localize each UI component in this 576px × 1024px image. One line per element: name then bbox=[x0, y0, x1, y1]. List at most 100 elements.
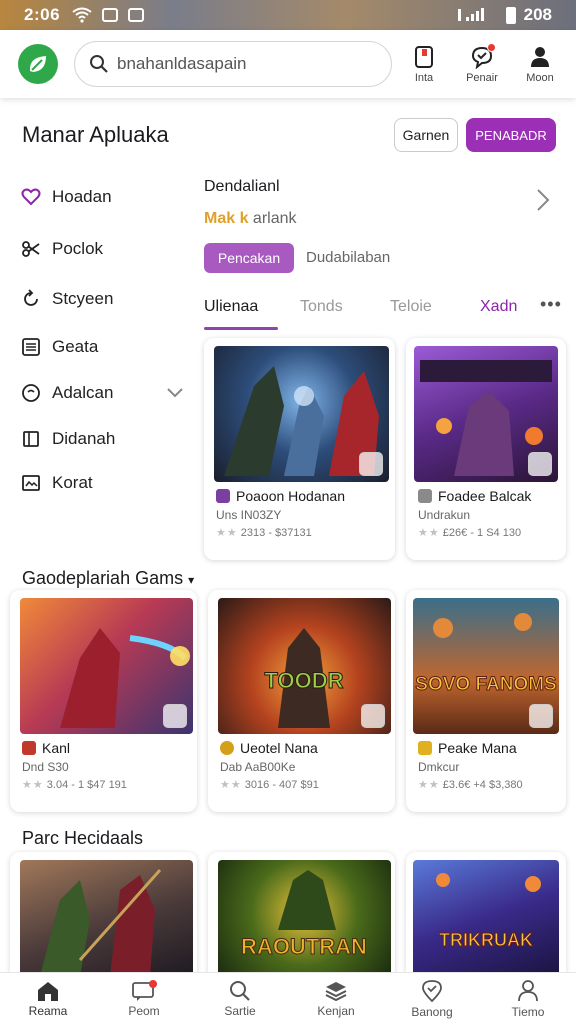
chat-label: Penair bbox=[466, 71, 498, 84]
star-icon: ★★ bbox=[418, 779, 440, 791]
tab-3[interactable]: Teloie bbox=[390, 298, 432, 316]
chip-plain[interactable]: Dudabilaban bbox=[306, 249, 390, 266]
card-rating: ★★ 3016 - 407 $91 bbox=[220, 779, 319, 791]
search-box[interactable] bbox=[74, 41, 392, 87]
nav-item-location[interactable]: Banong bbox=[384, 973, 480, 1024]
detail-subtitle-rest: arlank bbox=[248, 210, 297, 227]
nav-item-messages[interactable]: Peom bbox=[96, 973, 192, 1024]
game-art-title: TOODR bbox=[264, 668, 343, 693]
card-rating: ★★ £3.6€ +4 $3,380 bbox=[418, 779, 523, 791]
inbox-action[interactable]: Inta bbox=[406, 45, 442, 84]
game-art bbox=[20, 598, 193, 734]
tab-4[interactable]: Xadn bbox=[480, 298, 517, 316]
game-art: TOODR bbox=[218, 598, 391, 734]
more-card-1[interactable] bbox=[10, 852, 197, 982]
game-art-title: TRIKRUAK bbox=[439, 930, 533, 950]
inbox-label: Inta bbox=[414, 71, 434, 84]
primary-button[interactable]: PENABADR bbox=[466, 118, 556, 152]
tab-2[interactable]: Tonds bbox=[300, 298, 343, 316]
sidebar-item-5[interactable]: Adalcan bbox=[20, 370, 190, 416]
star-icon: ★★ bbox=[418, 527, 440, 539]
game-badge-icon bbox=[529, 704, 553, 728]
tab-bar: Ulienaa Tonds Teloie Xadn ••• bbox=[204, 290, 566, 330]
recommended-card-3[interactable]: SOVO FANOMS Peake Mana Dmkcur ★★ £3.6€ +… bbox=[406, 590, 566, 812]
game-art bbox=[214, 346, 389, 482]
nav-item-profile[interactable]: Tiemo bbox=[480, 973, 576, 1024]
featured-card-2[interactable]: Foadee Balcak Undrakun ★★ £26€ - 1 S4 13… bbox=[406, 338, 566, 560]
card-rating: ★★ 3.04 - 1 $47 191 bbox=[22, 779, 127, 791]
more-icon[interactable]: ••• bbox=[540, 294, 562, 315]
sidebar: Hoadan Poclok Stcyeen Geata Adalcan Dida… bbox=[20, 176, 190, 506]
sidebar-item-2[interactable]: Poclok bbox=[20, 226, 190, 272]
chat-action[interactable]: Penair bbox=[464, 42, 500, 84]
scissors-icon bbox=[20, 238, 42, 260]
card-title: Peake Mana bbox=[418, 740, 517, 756]
notification-box-icon bbox=[102, 8, 119, 22]
chat-badge bbox=[487, 42, 496, 52]
nav-item-home[interactable]: Reama bbox=[0, 973, 96, 1024]
game-mini-icon bbox=[216, 489, 230, 503]
nav-item-search[interactable]: Sartie bbox=[192, 973, 288, 1024]
card-title: Ueotel Nana bbox=[220, 740, 318, 756]
sidebar-item-label: Korat bbox=[52, 473, 93, 492]
card-developer: Dnd S30 bbox=[22, 760, 69, 774]
sidebar-item-7[interactable]: Korat bbox=[20, 460, 190, 506]
game-badge-icon bbox=[528, 452, 552, 476]
card-developer: Uns IN03ZY bbox=[216, 508, 282, 522]
nav-label: Sartie bbox=[224, 1003, 256, 1018]
home-icon bbox=[38, 981, 58, 1001]
featured-card-1[interactable]: Poaoon Hodanan Uns IN03ZY ★★ 2313 - $371… bbox=[204, 338, 395, 560]
nav-label: Reama bbox=[28, 1003, 68, 1018]
status-time: 2:06 bbox=[24, 5, 61, 24]
card-title: Foadee Balcak bbox=[418, 488, 531, 504]
game-badge-icon bbox=[359, 452, 383, 476]
sidebar-item-label: Hoadan bbox=[52, 187, 112, 206]
sidebar-item-4[interactable]: Geata bbox=[20, 324, 190, 370]
nav-label: Banong bbox=[411, 1004, 453, 1019]
outline-button[interactable]: Garnen bbox=[394, 118, 458, 152]
nav-label: Tiemo bbox=[511, 1004, 545, 1019]
sidebar-item-label: Adalcan bbox=[52, 383, 114, 402]
sidebar-item-label: Didanah bbox=[52, 429, 116, 448]
profile-label: Moon bbox=[526, 71, 554, 84]
media-box-icon bbox=[128, 8, 145, 22]
sidebar-item-1[interactable]: Hoadan bbox=[20, 176, 190, 218]
message-icon bbox=[132, 979, 157, 1001]
more-card-2[interactable]: RAOUTRAN bbox=[208, 852, 395, 982]
heart-icon bbox=[20, 186, 42, 208]
search-input[interactable] bbox=[117, 54, 367, 74]
app-logo[interactable] bbox=[18, 44, 58, 84]
star-icon: ★★ bbox=[220, 779, 242, 791]
profile-icon bbox=[531, 46, 549, 67]
game-art-title: SOVO FANOMS bbox=[415, 674, 556, 695]
more-card-3[interactable]: TRIKRUAK bbox=[406, 852, 566, 982]
detail-highlight: Mak k bbox=[204, 210, 249, 227]
profile-action[interactable]: Moon bbox=[522, 45, 558, 84]
nav-item-library[interactable]: Kenjan bbox=[288, 973, 384, 1024]
tab-1[interactable]: Ulienaa bbox=[204, 298, 258, 316]
recommended-card-1[interactable]: Kanl Dnd S30 ★★ 3.04 - 1 $47 191 bbox=[10, 590, 197, 812]
nav-label: Kenjan bbox=[317, 1003, 355, 1018]
leaf-logo-icon bbox=[29, 56, 46, 72]
game-mini-icon bbox=[220, 741, 234, 755]
detail-title: Dendalianl bbox=[204, 178, 280, 195]
section-title-more: Parc Hecidaals bbox=[22, 828, 144, 848]
card-developer: Dmkcur bbox=[418, 760, 460, 774]
game-art-title: RAOUTRAN bbox=[241, 934, 367, 959]
signal-icon bbox=[457, 8, 484, 21]
chevron-right-icon[interactable] bbox=[536, 188, 550, 212]
section-title-recommended[interactable]: Gaodeplariah Gams ▾ bbox=[22, 568, 194, 589]
sidebar-item-label: Poclok bbox=[52, 239, 104, 258]
star-icon: ★★ bbox=[216, 527, 238, 539]
location-icon bbox=[422, 979, 442, 1002]
game-art: TRIKRUAK bbox=[413, 860, 559, 976]
sidebar-item-3[interactable]: Stcyeen bbox=[20, 276, 190, 322]
chevron-down-icon[interactable] bbox=[166, 387, 184, 399]
refresh-icon bbox=[20, 288, 42, 310]
game-mini-icon bbox=[418, 489, 432, 503]
recommended-card-2[interactable]: TOODR Ueotel Nana Dab AaB00Ke ★★ 3016 - … bbox=[208, 590, 395, 812]
nav-label: Peom bbox=[128, 1003, 160, 1018]
sidebar-item-6[interactable]: Didanah bbox=[20, 416, 190, 462]
chip-active[interactable]: Pencakan bbox=[204, 243, 294, 273]
game-mini-icon bbox=[22, 741, 36, 755]
